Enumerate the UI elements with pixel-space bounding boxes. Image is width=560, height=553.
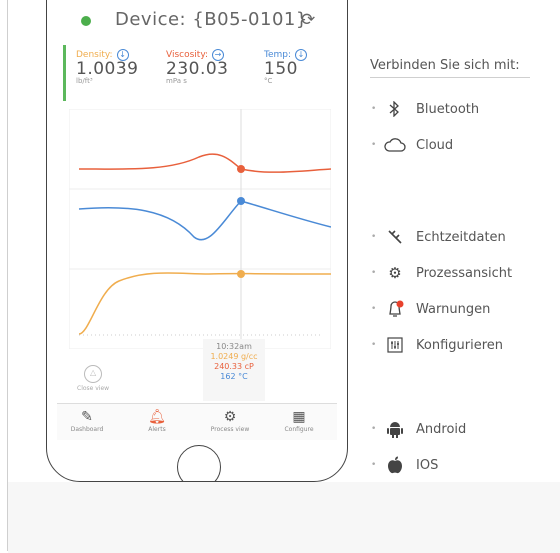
feature-label: Echtzeitdaten [416,229,506,245]
feature-item-prozessansicht: • ⚙ Prozessansicht [371,264,512,282]
metric-value: 150 [264,59,298,79]
bottom-nav: ✎ Dashboard 🔔︎ Alerts ⚙ Process view ▦ C… [57,403,337,440]
refresh-icon[interactable]: ⟳ [301,11,319,29]
close-view-button[interactable]: △ Close view [77,365,109,392]
trend-chart[interactable] [69,109,331,349]
bullet-icon: • [371,104,377,114]
bottom-panel [8,482,560,553]
android-icon [384,420,406,438]
sliders-icon: ▦ [292,409,306,425]
feature-label: Prozessansicht [416,265,513,281]
nav-label: Process view [210,426,250,433]
platform-item-ios: • IOS [371,456,438,474]
bullet-icon: • [371,340,377,350]
platform-label: IOS [416,457,439,473]
connect-item-bluetooth: • Bluetooth [371,100,479,118]
home-button [177,445,221,481]
bluetooth-icon [384,100,406,118]
connect-label: Bluetooth [416,101,480,117]
sliders-icon [384,336,406,354]
bullet-icon: • [371,232,377,242]
nav-label: Dashboard [70,426,104,433]
nav-dashboard[interactable]: ✎ Dashboard [59,408,115,433]
feature-label: Konfigurieren [416,337,504,353]
phone-mockup: Device: {B05-0101} ⟳ Density: ↓ 1.0039 lb… [46,0,348,482]
connect-item-cloud: • Cloud [371,136,453,154]
nav-process-view[interactable]: ⚙ Process view [202,408,258,433]
connect-title: Verbinden Sie sich mit: [370,58,520,73]
metric-temp[interactable]: Temp: ↓ 150 °C [264,49,308,85]
bullet-icon: • [371,268,377,278]
feature-item-konfigurieren: • Konfigurieren [371,336,503,354]
cloud-icon [384,136,406,154]
nav-label: Configure [284,426,314,433]
connect-label: Cloud [416,137,454,153]
viscosity-marker [237,165,245,173]
readout-viscosity: 240.33 cP [214,362,254,371]
bullet-icon: • [371,304,377,314]
apple-icon [384,456,406,474]
platform-item-android: • Android [371,420,466,438]
density-marker [237,270,245,278]
metric-value: 230.03 [166,59,229,79]
bullet-icon: • [371,140,377,150]
platform-label: Android [416,421,467,437]
metric-value: 1.0039 [76,59,139,79]
gears-icon: ⚙ [388,264,402,282]
feature-item-warnungen: • Warnungen [371,300,490,318]
app-screen: Device: {B05-0101} ⟳ Density: ↓ 1.0039 lb… [57,1,337,440]
temp-marker [237,197,245,205]
dashboard-icon: ✎ [81,409,93,425]
metrics-row: Density: ↓ 1.0039 lb/ft³ Viscosity: → 230.… [63,45,337,101]
bullet-icon: • [371,460,377,470]
chart-frame [69,109,331,349]
bell-icon: 🔔︎ [148,409,166,425]
nav-configure[interactable]: ▦ Configure [271,408,327,433]
device-header: Device: {B05-0101} ⟳ [57,1,337,41]
metric-density[interactable]: Density: ↓ 1.0039 lb/ft³ [76,49,138,85]
connect-title-underline [370,77,530,78]
close-view-label: Close view [77,385,110,392]
readout-density: 1.0249 g/cc [210,352,258,361]
feature-item-echtzeitdaten: • Echtzeitdaten [371,228,506,246]
readout-temp: 162 °C [220,372,248,381]
readout-time: 10:32am [216,342,252,351]
probe-icon [384,228,406,246]
connection-status-icon [81,16,91,26]
nav-label: Alerts [148,426,166,433]
close-view-icon: △ [84,365,103,383]
bullet-icon: • [371,424,377,434]
metric-viscosity[interactable]: Viscosity: → 230.03 mPa s [166,49,228,85]
data-readout: 10:32am 1.0249 g/cc 240.33 cP 162 °C [203,339,265,401]
bell-alert-icon [384,300,406,318]
gears-icon: ⚙ [223,409,237,425]
feature-label: Warnungen [416,301,491,317]
nav-alerts[interactable]: 🔔︎ Alerts [129,408,185,433]
device-title: Device: {B05-0101} [115,9,308,30]
